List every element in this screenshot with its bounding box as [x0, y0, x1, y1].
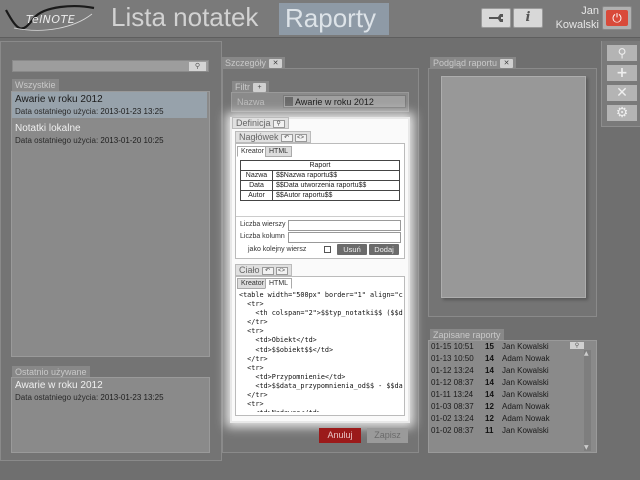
key-icon[interactable]: ⚲: [272, 120, 285, 128]
table-cell: Autor: [240, 190, 273, 201]
scrollbar[interactable]: ▲ ▼: [584, 350, 591, 451]
delete-button[interactable]: Usuń: [337, 244, 367, 255]
chevron-down-icon[interactable]: ▼: [584, 444, 589, 451]
cancel-button[interactable]: Anuluj: [319, 428, 361, 443]
side-toolbar: ⚲ + ✕ ⚙: [601, 41, 640, 127]
power-icon: ⏻: [606, 10, 628, 26]
chevron-down-icon[interactable]: [285, 97, 293, 106]
tab-body-html[interactable]: HTML: [265, 278, 293, 289]
rows-input[interactable]: [288, 220, 401, 231]
rows-row: Liczba wierszy: [238, 220, 402, 232]
key-search-icon[interactable]: ⚲: [189, 62, 206, 71]
page-title[interactable]: Lista notatek: [111, 2, 258, 33]
list-item[interactable]: 01-02 13:24 12 Adam Nowak: [431, 414, 576, 424]
info-icon: i: [525, 10, 531, 25]
chevron-up-icon[interactable]: ▲: [584, 350, 589, 357]
table-cell: $$Autor raportu$$: [272, 190, 400, 201]
rows-label: Liczba wierszy: [240, 221, 286, 228]
body-label: Ciało ↶ <>: [235, 264, 292, 276]
table-cell: Nazwa: [240, 170, 273, 181]
html-code-editor[interactable]: <table width="500px" border="1" align="c…: [237, 291, 403, 412]
list-item[interactable]: 01-12 08:37 14 Jan Kowalski: [431, 378, 576, 388]
code-icon[interactable]: <>: [275, 267, 288, 275]
settings-button[interactable]: [481, 8, 511, 28]
logout-button[interactable]: ⏻: [602, 6, 632, 30]
close-icon[interactable]: ✕: [269, 59, 283, 68]
list-item[interactable]: 01-13 10:50 14 Adam Nowak: [431, 354, 576, 364]
list-item[interactable]: 01-03 08:37 12 Adam Nowak: [431, 402, 576, 412]
report-preview: [441, 76, 586, 298]
undo-icon[interactable]: ↶: [280, 134, 293, 142]
plus-icon[interactable]: +: [607, 65, 637, 81]
logo: TelNOTE: [4, 4, 96, 34]
cols-row: Liczba kolumn: [238, 232, 402, 244]
header-label: Nagłówek ↶ <>: [235, 131, 311, 143]
name-select[interactable]: Awarie w roku 2012: [283, 95, 406, 108]
name-value: Awarie w roku 2012: [295, 97, 374, 107]
table-cell: Data: [240, 180, 273, 191]
list-item-meta: Data ostatniego użycia: 2013-01-20 10:25: [15, 136, 164, 145]
top-bar: TelNOTE Lista notatek Raporty i Jan Kowa…: [0, 0, 640, 38]
table-cell: $$Data utworzenia raportu$$: [272, 180, 400, 191]
preview-label: Podgląd raportu ✕: [430, 57, 517, 69]
logo-text: TelNOTE: [26, 13, 76, 26]
list-item-title: Awarie w roku 2012: [15, 94, 103, 105]
name-label: Nazwa: [237, 97, 265, 107]
list-item-meta: Data ostatniego użycia: 2013-01-23 13:25: [15, 393, 164, 402]
tab-body-kreator[interactable]: Kreator: [237, 278, 268, 289]
user-first-name: Jan: [581, 5, 599, 17]
gear-icon[interactable]: ⚙: [607, 105, 637, 121]
search-input[interactable]: ⚲: [12, 60, 209, 72]
list-item-meta: Data ostatniego użycia: 2013-01-23 13:25: [15, 107, 164, 116]
tab-reports[interactable]: Raporty: [279, 3, 389, 35]
list-item[interactable]: 01-02 08:37 11 Jan Kowalski: [431, 426, 576, 436]
next-row-label: jako kolejny wiersz: [248, 246, 307, 253]
list-item-title: Awarie w roku 2012: [15, 380, 103, 391]
plus-icon[interactable]: +: [253, 83, 266, 92]
all-label: Wszystkie: [12, 79, 59, 91]
details-label: Szczegóły ✕: [222, 57, 286, 69]
list-item[interactable]: 01-15 10:51 15 Jan Kowalski: [431, 342, 576, 352]
recent-list: Awarie w roku 2012 Data ostatniego użyci…: [11, 377, 210, 453]
definition-label: Definicja ⚲: [232, 117, 289, 129]
user-name: Jan Kowalski: [556, 4, 599, 32]
list-item[interactable]: Awarie w roku 2012 Data ostatniego użyci…: [12, 92, 207, 118]
user-last-name: Kowalski: [555, 19, 599, 31]
report-header-table[interactable]: Raport Nazwa $$Nazwa raportu$$ Data $$Data…: [240, 160, 400, 201]
save-button[interactable]: Zapisz: [367, 428, 408, 443]
next-row-checkbox[interactable]: [324, 246, 331, 253]
code-icon[interactable]: <>: [294, 134, 307, 142]
key-search-icon[interactable]: ⚲: [607, 45, 637, 61]
tab-header-html[interactable]: HTML: [265, 146, 293, 157]
close-icon[interactable]: ✕: [500, 59, 514, 68]
cols-input[interactable]: [288, 232, 401, 243]
cols-label: Liczba kolumn: [240, 233, 285, 240]
list-item[interactable]: Notatki lokalne Data ostatniego użycia: …: [12, 121, 207, 147]
list-item[interactable]: Awarie w roku 2012 Data ostatniego użyci…: [12, 378, 207, 404]
list-item[interactable]: 01-11 13:24 14 Jan Kowalski: [431, 390, 576, 400]
table-cell: $$Nazwa raportu$$: [272, 170, 400, 181]
list-item[interactable]: 01-12 13:24 14 Jan Kowalski: [431, 366, 576, 376]
divider: [236, 216, 404, 217]
table-head: Raport: [240, 160, 400, 171]
undo-icon[interactable]: ↶: [261, 267, 274, 275]
tab-header-kreator[interactable]: Kreator: [237, 146, 268, 157]
info-button[interactable]: i: [513, 8, 543, 28]
add-button[interactable]: Dodaj: [369, 244, 399, 255]
all-list: Awarie w roku 2012 Data ostatniego użyci…: [11, 91, 210, 357]
wrench-icon: [487, 13, 505, 28]
list-item-title: Notatki lokalne: [15, 123, 81, 134]
close-icon[interactable]: ✕: [607, 85, 637, 101]
